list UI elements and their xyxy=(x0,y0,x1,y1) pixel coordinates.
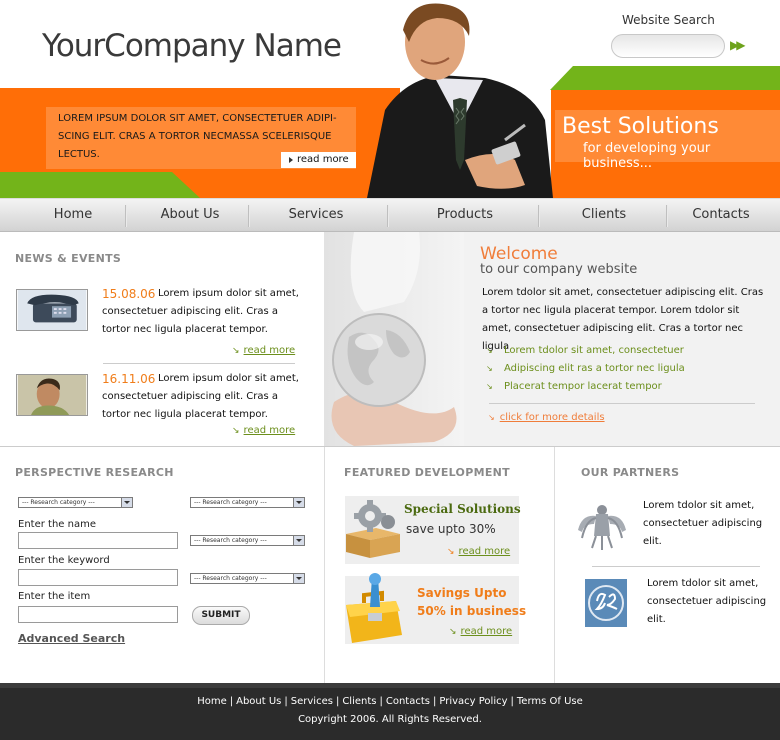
best-solutions-subtitle: for developing your business... xyxy=(583,141,711,171)
footer-link-clients[interactable]: Clients xyxy=(342,696,376,707)
nav-contacts[interactable]: Contacts xyxy=(688,199,754,231)
nav-home[interactable]: Home xyxy=(40,199,106,231)
featured-section-title: FEATURED DEVELOPMENT xyxy=(344,466,510,479)
research-category-select[interactable]: --- Research category --- xyxy=(190,535,305,546)
best-solutions-title: Best Solutions xyxy=(562,114,719,139)
arrow-icon: ↘ xyxy=(447,547,455,557)
arrow-icon: ↘ xyxy=(449,627,457,637)
news-divider xyxy=(103,363,295,364)
arrow-icon: ↘ xyxy=(488,413,495,422)
special-solutions-subtitle: save upto 30% xyxy=(406,522,496,536)
main-nav: Home About Us Services Products Clients … xyxy=(0,198,780,232)
toolbox-icon xyxy=(346,573,402,643)
footer-link-privacy-policy[interactable]: Privacy Policy xyxy=(439,696,507,707)
news-text: Lorem ipsum dolor sit amet, consectetuer… xyxy=(102,288,299,335)
company-logo[interactable]: YourCompany Name xyxy=(42,28,342,64)
header: YourCompany Name Website Search ▶▶ LOREM… xyxy=(0,0,780,198)
list-item: ↘ Placerat tempor lacerat tempor xyxy=(486,378,685,396)
gear-box-icon xyxy=(346,500,400,558)
arrow-icon: ↘ xyxy=(486,382,493,391)
news-read-more-link[interactable]: ↘ read more xyxy=(232,345,295,356)
search-go-icon[interactable]: ▶▶ xyxy=(730,38,750,52)
name-input[interactable] xyxy=(18,532,178,549)
man-portrait-image xyxy=(16,374,88,416)
footer-links: Home | About Us | Services | Clients | Contacts |… xyxy=(197,696,583,707)
nav-separator xyxy=(125,205,127,227)
arrow-icon: ↘ xyxy=(486,364,493,373)
search-input[interactable] xyxy=(611,34,725,58)
green-stripe-right xyxy=(550,66,780,90)
featured-read-more-link[interactable]: ↘ read more xyxy=(449,626,512,637)
research-section-title: PERSPECTIVE RESEARCH xyxy=(15,466,174,479)
click-for-more-link[interactable]: ↘ click for more details xyxy=(488,412,605,423)
green-stripe-left xyxy=(0,172,200,198)
column-divider xyxy=(554,447,555,683)
arrow-icon: ↘ xyxy=(232,346,240,356)
keyword-input[interactable] xyxy=(18,569,178,586)
welcome-title: Welcome xyxy=(480,244,558,264)
nav-separator xyxy=(666,205,668,227)
arrow-icon: ↘ xyxy=(232,426,240,436)
read-more-button[interactable]: read more xyxy=(281,152,356,168)
name-label: Enter the name xyxy=(18,519,96,530)
partners-divider xyxy=(592,566,760,567)
ge-logo-icon[interactable] xyxy=(585,579,627,627)
news-section-title: NEWS & EVENTS xyxy=(15,252,122,265)
item-label: Enter the item xyxy=(18,591,91,602)
savings-line-1: Savings Upto xyxy=(417,586,507,600)
list-item: ↘ Adipiscing elit ras a tortor nec ligula xyxy=(486,360,685,378)
nav-products[interactable]: Products xyxy=(430,199,500,231)
footer-link-terms-of-use[interactable]: Terms Of Use xyxy=(517,696,583,707)
savings-line-2: 50% in business xyxy=(417,604,527,618)
footer-link-contacts[interactable]: Contacts xyxy=(386,696,430,707)
item-input[interactable] xyxy=(18,606,178,623)
telephone-image xyxy=(16,289,88,331)
welcome-subtitle: to our company website xyxy=(480,262,638,277)
advanced-search-link[interactable]: Advanced Search xyxy=(18,632,125,645)
news-read-more-link[interactable]: ↘ read more xyxy=(232,425,295,436)
research-category-select[interactable]: --- Research category --- xyxy=(190,497,305,508)
nav-separator xyxy=(387,205,389,227)
copyright: Copyright 2006. All Rights Reserved. xyxy=(298,714,482,725)
nav-services[interactable]: Services xyxy=(280,199,352,231)
partners-section-title: OUR PARTNERS xyxy=(581,466,680,479)
footer-link-home[interactable]: Home xyxy=(197,696,227,707)
eagle-logo-icon[interactable] xyxy=(576,500,628,552)
featured-read-more-link[interactable]: ↘ read more xyxy=(447,546,510,557)
nav-clients[interactable]: Clients xyxy=(574,199,634,231)
arrow-icon: ↘ xyxy=(486,346,493,355)
footer-link-services[interactable]: Services xyxy=(291,696,333,707)
research-category-select[interactable]: --- Research category --- xyxy=(18,497,133,508)
submit-button[interactable]: SUBMIT xyxy=(192,606,250,625)
research-category-select[interactable]: --- Research category --- xyxy=(190,573,305,584)
globe-in-hand-image xyxy=(331,232,457,446)
nav-separator xyxy=(248,205,250,227)
partner-text: Lorem tdolor sit amet, consectetuer adip… xyxy=(647,578,767,625)
welcome-list: ↘ Lorem tdolor sit amet, consectetuer ↘ Ad… xyxy=(486,342,685,396)
news-text: Lorem ipsum dolor sit amet, consectetuer… xyxy=(102,373,299,420)
column-divider xyxy=(324,447,325,683)
welcome-divider xyxy=(489,403,755,404)
footer: Home | About Us | Services | Clients | Contacts |… xyxy=(0,683,780,740)
keyword-label: Enter the keyword xyxy=(18,555,110,566)
list-item: ↘ Lorem tdolor sit amet, consectetuer xyxy=(486,342,685,360)
nav-about-us[interactable]: About Us xyxy=(150,199,230,231)
businessman-photo xyxy=(367,3,553,198)
search-label: Website Search xyxy=(622,13,715,27)
footer-link-about-us[interactable]: About Us xyxy=(236,696,281,707)
nav-separator xyxy=(538,205,540,227)
section-divider xyxy=(0,446,780,447)
globe-image-panel xyxy=(324,232,464,446)
partner-text: Lorem tdolor sit amet, consectetuer adip… xyxy=(643,500,763,547)
special-solutions-title: Special Solutions xyxy=(404,502,521,516)
